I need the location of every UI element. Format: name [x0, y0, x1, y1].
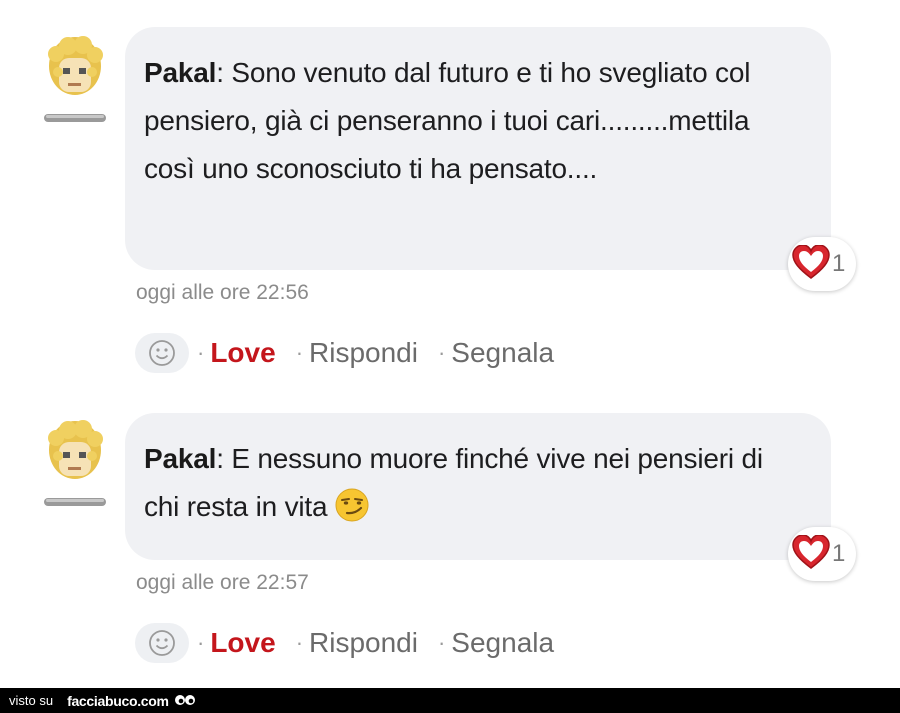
- eyes-icon: [174, 694, 195, 705]
- love-button[interactable]: Love: [210, 621, 275, 665]
- watermark-footer: visto su facciabuco.com: [0, 688, 900, 713]
- reaction-badge[interactable]: 1: [788, 527, 856, 581]
- avatar-icon[interactable]: [42, 420, 108, 510]
- author-separator: :: [216, 443, 232, 474]
- smiley-icon: [149, 630, 175, 656]
- author-separator: :: [216, 57, 232, 88]
- comment-text: E nessuno muore finché vive nei pensieri…: [144, 443, 763, 522]
- action-separator: ·: [295, 340, 304, 365]
- heart-icon: [792, 535, 830, 569]
- action-separator: ·: [197, 630, 205, 655]
- add-reaction-button[interactable]: [135, 623, 189, 663]
- report-button[interactable]: Segnala: [451, 331, 554, 375]
- comment-text: Sono venuto dal futuro e ti ho svegliato…: [144, 57, 751, 184]
- report-button[interactable]: Segnala: [451, 621, 554, 665]
- action-separator: ·: [295, 630, 304, 655]
- comment-bubble: Pakal: E nessuno muore finché vive nei p…: [125, 413, 831, 560]
- smiley-icon: [149, 340, 175, 366]
- comment-timestamp: oggi alle ore 22:56: [136, 281, 309, 304]
- comment-actions: · Love · Rispondi · Segnala: [135, 331, 554, 375]
- add-reaction-button[interactable]: [135, 333, 189, 373]
- footer-brand-link[interactable]: facciabuco.com: [67, 693, 169, 709]
- reaction-badge[interactable]: 1: [788, 237, 856, 291]
- action-separator: ·: [197, 340, 205, 365]
- reply-button[interactable]: Rispondi: [309, 621, 418, 665]
- reaction-count: 1: [832, 540, 846, 567]
- heart-icon: [792, 245, 830, 279]
- comment-timestamp: oggi alle ore 22:57: [136, 571, 309, 594]
- love-button[interactable]: Love: [210, 331, 275, 375]
- reaction-count: 1: [832, 250, 846, 277]
- comment-author[interactable]: Pakal: [144, 57, 216, 88]
- comment-actions: · Love · Rispondi · Segnala: [135, 621, 554, 665]
- footer-prefix: visto su: [9, 693, 54, 708]
- reply-button[interactable]: Rispondi: [309, 331, 418, 375]
- smirk-emoji-icon: [335, 488, 369, 522]
- comment-author[interactable]: Pakal: [144, 443, 216, 474]
- action-separator: ·: [437, 630, 446, 655]
- avatar-icon[interactable]: [42, 36, 108, 126]
- comment-bubble: Pakal: Sono venuto dal futuro e ti ho sv…: [125, 27, 831, 270]
- action-separator: ·: [437, 340, 446, 365]
